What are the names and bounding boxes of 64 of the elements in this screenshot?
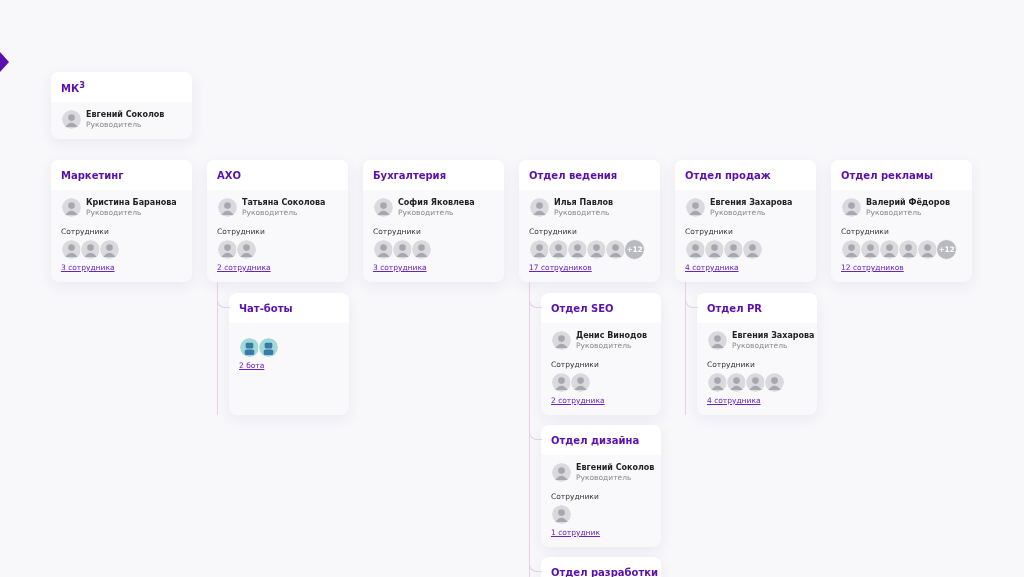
department-title[interactable]: Отдел разработки bbox=[541, 557, 661, 577]
department-title[interactable]: Маркетинг bbox=[51, 160, 192, 190]
avatar bbox=[570, 372, 591, 393]
avatar bbox=[61, 239, 82, 260]
avatar bbox=[411, 239, 432, 260]
avatar bbox=[685, 197, 706, 218]
department-title[interactable]: Отдел рекламы bbox=[831, 160, 972, 190]
avatar bbox=[707, 330, 728, 351]
avatar bbox=[707, 372, 728, 393]
manager-name: Татьяна Соколова bbox=[242, 198, 326, 207]
manager-name: Евгения Захарова bbox=[732, 331, 815, 340]
avatar bbox=[373, 239, 394, 260]
department-title[interactable]: Отдел продаж bbox=[675, 160, 816, 190]
manager-name: Евгений Соколов bbox=[576, 463, 655, 472]
avatar bbox=[917, 239, 938, 260]
avatar bbox=[548, 239, 569, 260]
department-title[interactable]: Отдел дизайна bbox=[541, 425, 661, 455]
avatar bbox=[61, 109, 82, 130]
manager-name: София Яковлева bbox=[398, 198, 475, 207]
avatar bbox=[586, 239, 607, 260]
manager-name: Илья Павлов bbox=[554, 198, 614, 207]
avatar bbox=[764, 372, 785, 393]
avatar bbox=[80, 239, 101, 260]
avatar bbox=[567, 239, 588, 260]
avatar bbox=[551, 330, 572, 351]
avatar bbox=[236, 239, 257, 260]
avatar bbox=[551, 372, 572, 393]
manager-name: Денис Винодов bbox=[576, 331, 647, 340]
department-title[interactable]: Отдел SEO bbox=[541, 293, 661, 323]
department-title[interactable]: АХО bbox=[207, 160, 348, 190]
avatar bbox=[841, 197, 862, 218]
avatar bbox=[704, 239, 725, 260]
avatar bbox=[860, 239, 881, 260]
avatar bbox=[551, 504, 572, 525]
avatar bbox=[879, 239, 900, 260]
avatar bbox=[726, 372, 747, 393]
avatar bbox=[529, 239, 550, 260]
avatar bbox=[742, 239, 763, 260]
department-title[interactable]: Чат-боты bbox=[229, 293, 349, 323]
avatar bbox=[392, 239, 413, 260]
manager-name: Евгения Захарова bbox=[710, 198, 793, 207]
avatar bbox=[529, 197, 550, 218]
avatar bbox=[373, 197, 394, 218]
robot-avatar bbox=[239, 337, 260, 358]
avatar bbox=[217, 239, 238, 260]
manager-name: Кристина Баранова bbox=[86, 198, 177, 207]
avatar bbox=[723, 239, 744, 260]
manager-name: Валерий Фёдоров bbox=[866, 198, 951, 207]
avatar bbox=[745, 372, 766, 393]
avatar bbox=[605, 239, 626, 260]
manager-name: Евгений Соколов bbox=[86, 110, 165, 119]
triangle-icon[interactable] bbox=[0, 52, 9, 72]
avatar bbox=[217, 197, 238, 218]
department-title[interactable]: Бухгалтерия bbox=[363, 160, 504, 190]
avatar bbox=[99, 239, 120, 260]
avatar bbox=[898, 239, 919, 260]
avatar bbox=[61, 197, 82, 218]
avatar bbox=[685, 239, 706, 260]
avatar bbox=[841, 239, 862, 260]
avatar bbox=[551, 462, 572, 483]
department-title[interactable]: Отдел ведения bbox=[519, 160, 660, 190]
department-title[interactable]: Отдел PR bbox=[697, 293, 817, 323]
robot-avatar bbox=[258, 337, 279, 358]
company-title[interactable]: МК$^{3}$ bbox=[51, 72, 192, 102]
